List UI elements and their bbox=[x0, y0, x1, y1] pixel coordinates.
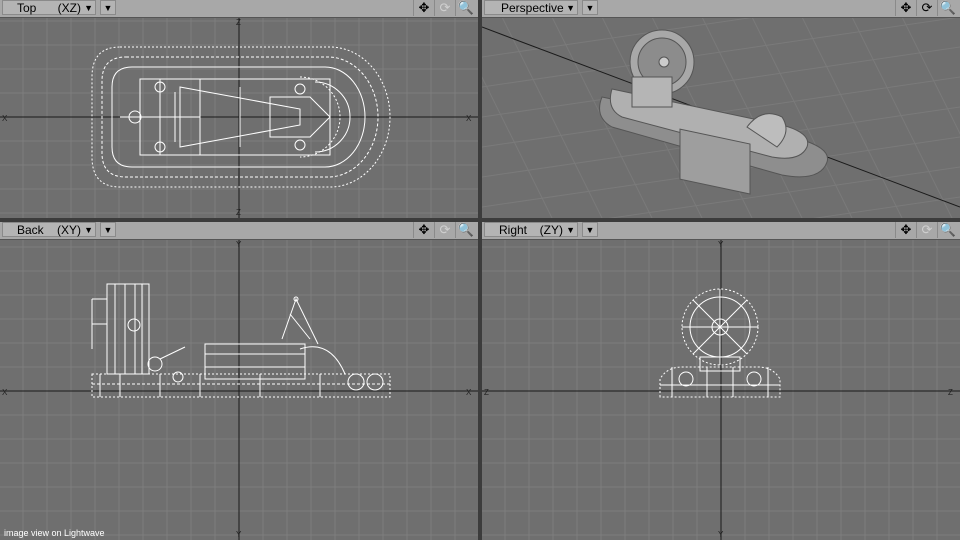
axis-label: Z bbox=[236, 208, 241, 217]
chevron-down-icon: ▼ bbox=[84, 225, 93, 235]
hovercraft-model bbox=[599, 29, 829, 195]
zoom-view-icon[interactable]: 🔍 bbox=[937, 0, 958, 16]
viewport-tools: ✥ ⟳ 🔍 bbox=[413, 0, 476, 17]
axis-label: Y bbox=[236, 530, 242, 539]
rotate-view-icon[interactable]: ⟳ bbox=[916, 0, 937, 16]
viewport-options-dropdown[interactable]: ▼ bbox=[582, 222, 598, 237]
move-view-icon[interactable]: ✥ bbox=[413, 222, 434, 238]
viewport-canvas[interactable]: Z Z Y Y bbox=[482, 239, 960, 540]
viewport-options-dropdown[interactable]: ▼ bbox=[582, 0, 598, 15]
axis-label: X bbox=[466, 114, 472, 123]
chevron-down-icon: ▼ bbox=[84, 3, 93, 13]
move-view-icon[interactable]: ✥ bbox=[895, 222, 916, 238]
viewport-header: Back (XY) ▼ ▼ ✥ ⟳ 🔍 bbox=[0, 222, 478, 240]
move-view-icon[interactable]: ✥ bbox=[895, 0, 916, 16]
viewport-header: Perspective ▼ ▼ ✥ ⟳ 🔍 bbox=[482, 0, 960, 18]
axis-label: Y bbox=[236, 240, 242, 249]
view-type-label: Back bbox=[17, 223, 44, 237]
viewport-canvas[interactable]: X X Y Y bbox=[0, 239, 478, 540]
axis-label: Y bbox=[718, 240, 724, 249]
axis-label: Z bbox=[484, 388, 489, 397]
viewport-canvas[interactable] bbox=[482, 17, 960, 218]
axis-label: X bbox=[2, 114, 8, 123]
view-axis-label: (XZ) bbox=[57, 1, 81, 15]
move-view-icon[interactable]: ✥ bbox=[413, 0, 434, 16]
hovercraft-wireframe-back bbox=[91, 283, 391, 398]
status-caption: image view on Lightwave bbox=[4, 528, 105, 538]
view-type-label: Perspective bbox=[501, 1, 564, 15]
rotate-view-icon[interactable]: ⟳ bbox=[434, 0, 455, 16]
viewport-top[interactable]: Top (XZ) ▼ ▼ ✥ ⟳ 🔍 X X Z Z bbox=[0, 0, 478, 218]
viewport-tools: ✥ ⟳ 🔍 bbox=[895, 222, 958, 239]
axis-label: X bbox=[466, 388, 472, 397]
view-type-label: Top bbox=[17, 1, 37, 15]
rotate-view-icon[interactable]: ⟳ bbox=[916, 222, 937, 238]
viewport-header: Top (XZ) ▼ ▼ ✥ ⟳ 🔍 bbox=[0, 0, 478, 18]
zoom-view-icon[interactable]: 🔍 bbox=[455, 0, 476, 16]
viewport-back[interactable]: Back (XY) ▼ ▼ ✥ ⟳ 🔍 X X Y Y image view o… bbox=[0, 222, 478, 540]
view-type-dropdown[interactable]: Perspective ▼ bbox=[484, 0, 578, 15]
chevron-down-icon: ▼ bbox=[566, 225, 575, 235]
view-type-label: Right bbox=[499, 223, 528, 237]
view-type-dropdown[interactable]: Right (ZY) ▼ bbox=[484, 222, 578, 237]
axis-label: X bbox=[2, 388, 8, 397]
rotate-view-icon[interactable]: ⟳ bbox=[434, 222, 455, 238]
zoom-view-icon[interactable]: 🔍 bbox=[455, 222, 476, 238]
viewport-perspective[interactable]: Perspective ▼ ▼ ✥ ⟳ 🔍 bbox=[482, 0, 960, 218]
axis-label: Z bbox=[236, 18, 241, 27]
viewport-canvas[interactable]: X X Z Z bbox=[0, 17, 478, 218]
viewport-header: Right (ZY) ▼ ▼ ✥ ⟳ 🔍 bbox=[482, 222, 960, 240]
view-type-dropdown[interactable]: Top (XZ) ▼ bbox=[2, 0, 96, 15]
view-axis-label: (XY) bbox=[57, 223, 81, 237]
view-type-dropdown[interactable]: Back (XY) ▼ bbox=[2, 222, 96, 237]
view-axis-label: (ZY) bbox=[539, 223, 563, 237]
zoom-view-icon[interactable]: 🔍 bbox=[937, 222, 958, 238]
viewport-right[interactable]: Right (ZY) ▼ ▼ ✥ ⟳ 🔍 Z Z Y Y bbox=[482, 222, 960, 540]
viewport-options-dropdown[interactable]: ▼ bbox=[100, 0, 116, 15]
viewport-tools: ✥ ⟳ 🔍 bbox=[895, 0, 958, 17]
axis-label: Z bbox=[948, 388, 953, 397]
viewport-options-dropdown[interactable]: ▼ bbox=[100, 222, 116, 237]
axis-label: Y bbox=[718, 530, 724, 539]
viewport-tools: ✥ ⟳ 🔍 bbox=[413, 222, 476, 239]
chevron-down-icon: ▼ bbox=[566, 3, 575, 13]
